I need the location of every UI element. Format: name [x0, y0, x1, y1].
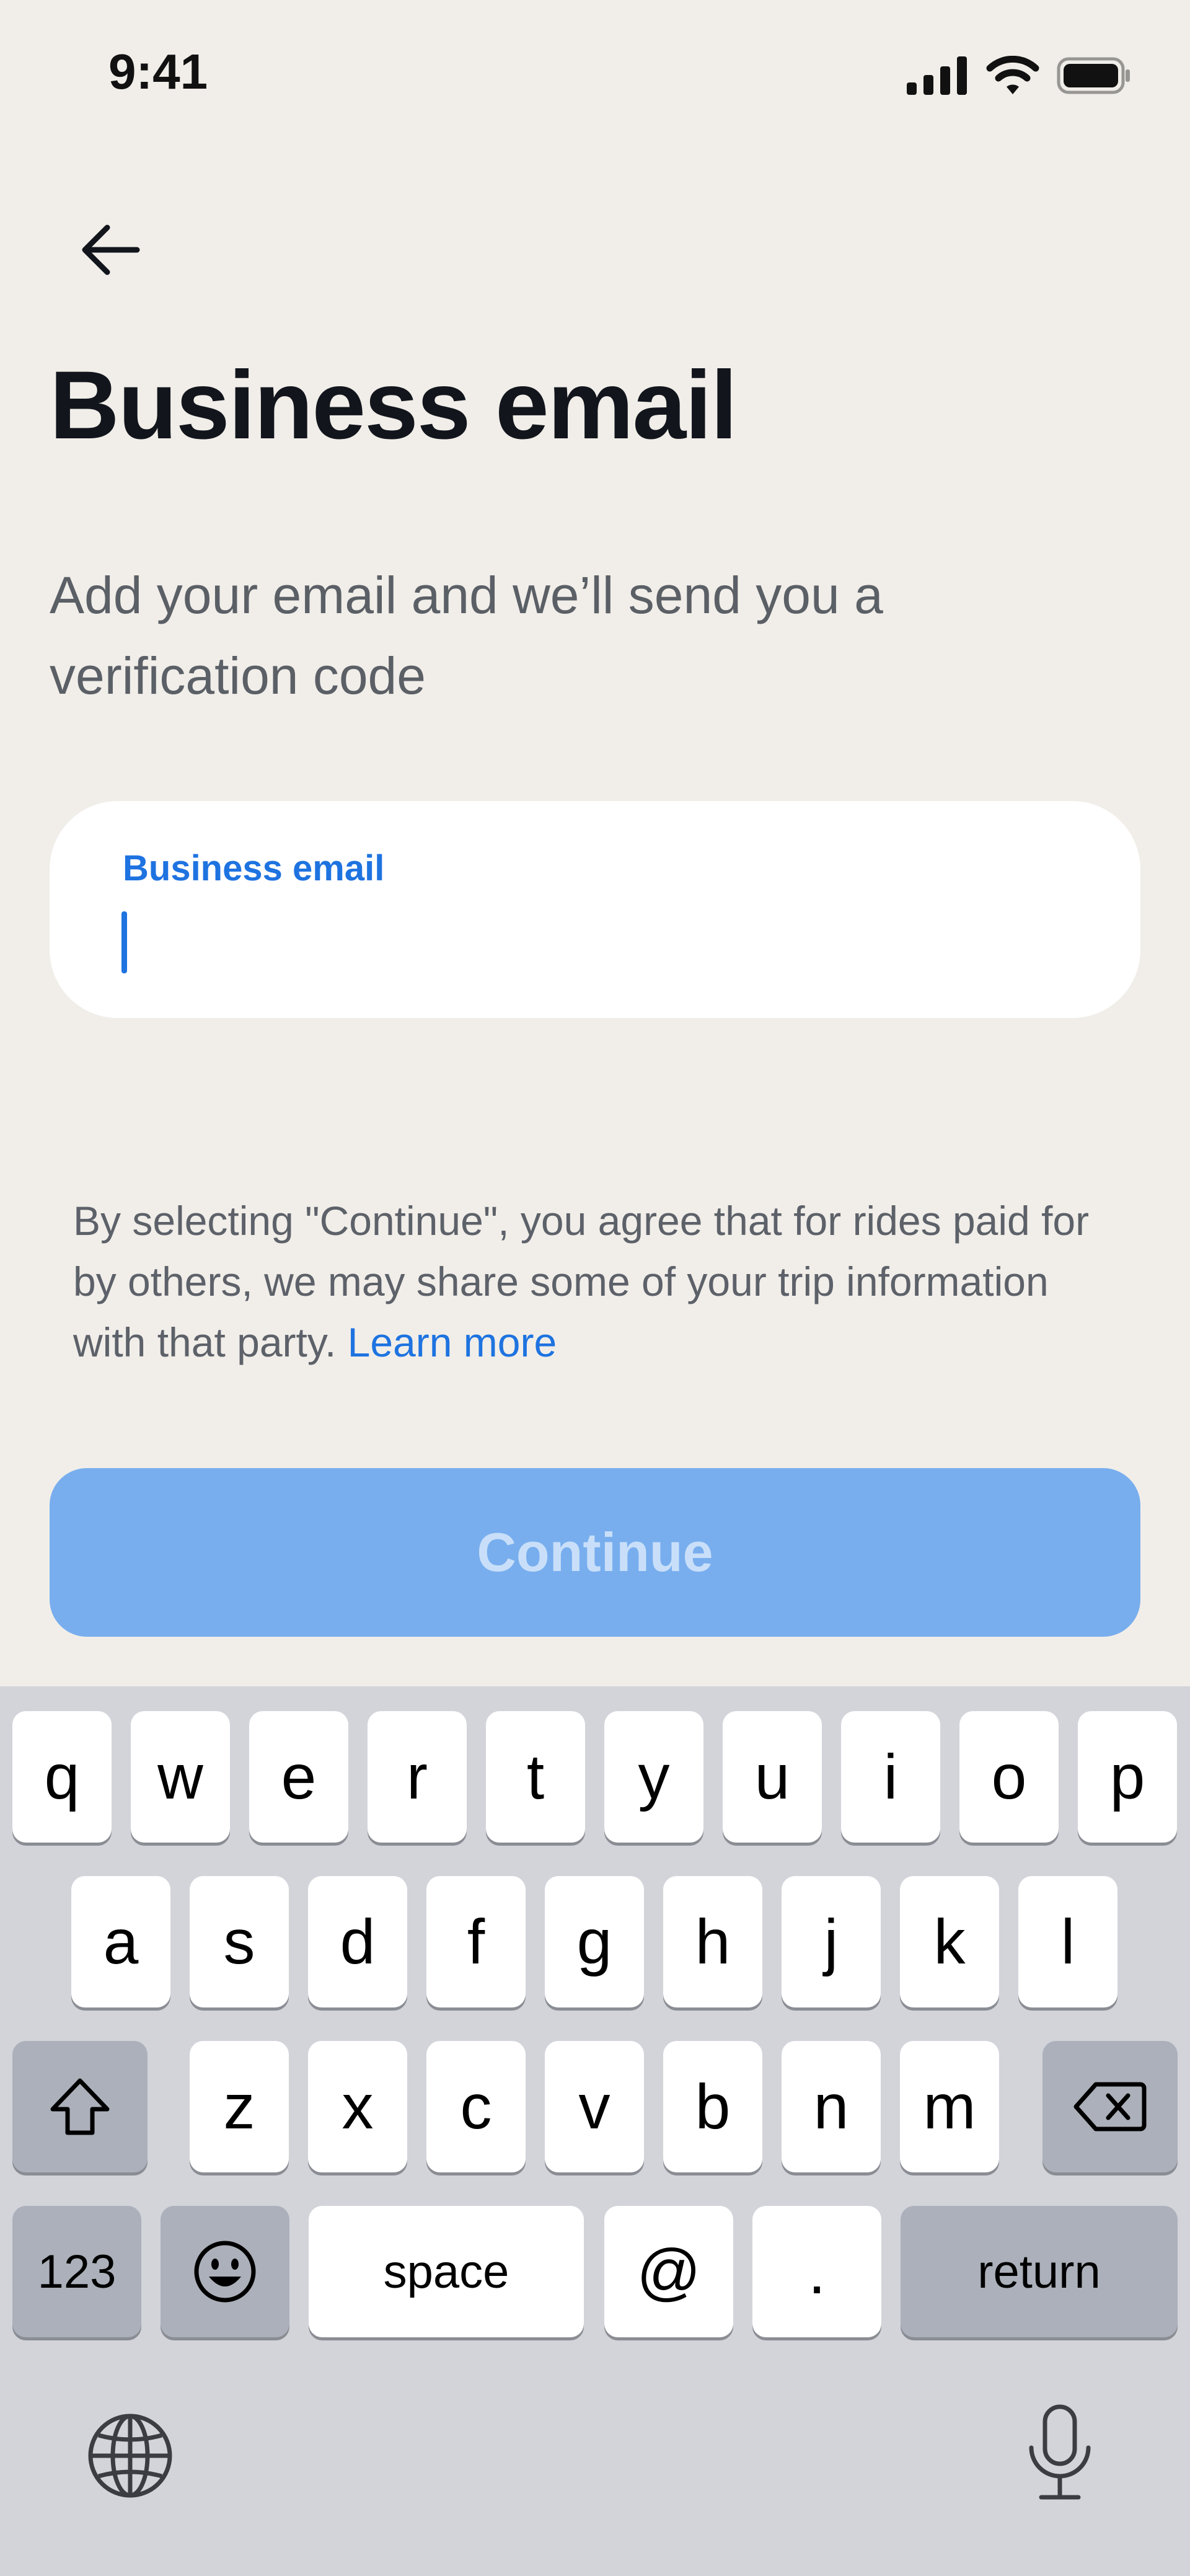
keyboard: q w e r t y u i o p a s d f g h j k l z …	[0, 1686, 1190, 2576]
dot-key[interactable]: .	[752, 2206, 881, 2337]
back-button[interactable]	[69, 210, 150, 290]
key-j[interactable]: j	[782, 1876, 881, 2007]
text-cursor	[121, 911, 127, 973]
key-k[interactable]: k	[900, 1876, 999, 2007]
globe-button[interactable]	[84, 2409, 177, 2502]
backspace-icon	[1073, 2082, 1147, 2131]
email-field-label: Business email	[123, 848, 385, 888]
key-z[interactable]: z	[190, 2041, 289, 2172]
page-title: Business email	[50, 352, 738, 459]
key-c[interactable]: c	[426, 2041, 526, 2172]
key-a[interactable]: a	[71, 1876, 170, 2007]
key-y[interactable]: y	[604, 1711, 703, 1843]
key-m[interactable]: m	[900, 2041, 999, 2172]
status-time: 9:41	[108, 44, 208, 99]
key-q[interactable]: q	[12, 1711, 112, 1843]
globe-icon	[88, 2414, 172, 2498]
page-subtitle: Add your email and we’ll send you a veri…	[50, 566, 883, 705]
key-h[interactable]: h	[663, 1876, 762, 2007]
key-v[interactable]: v	[545, 2041, 644, 2172]
return-key[interactable]: return	[901, 2206, 1178, 2337]
key-s[interactable]: s	[190, 1876, 289, 2007]
continue-button[interactable]: Continue	[50, 1468, 1140, 1637]
key-x[interactable]: x	[308, 2041, 407, 2172]
key-g[interactable]: g	[545, 1876, 644, 2007]
key-l[interactable]: l	[1018, 1876, 1117, 2007]
key-r[interactable]: r	[368, 1711, 467, 1843]
microphone-button[interactable]	[1016, 2403, 1103, 2502]
disclaimer-text: By selecting "Continue", you agree that …	[73, 1190, 1114, 1373]
key-n[interactable]: n	[782, 2041, 881, 2172]
battery-icon	[1057, 57, 1130, 94]
disclaimer-body: By selecting "Continue", you agree that …	[73, 1198, 1090, 1365]
key-d[interactable]: d	[308, 1876, 407, 2007]
at-key[interactable]: @	[604, 2206, 733, 2337]
key-i[interactable]: i	[841, 1711, 940, 1843]
business-email-input[interactable]	[120, 900, 1049, 975]
key-p[interactable]: p	[1078, 1711, 1177, 1843]
key-o[interactable]: o	[959, 1711, 1059, 1843]
microphone-icon	[1029, 2404, 1091, 2500]
key-b[interactable]: b	[663, 2041, 762, 2172]
numbers-key[interactable]: 123	[12, 2206, 141, 2337]
key-e[interactable]: e	[249, 1711, 348, 1843]
key-t[interactable]: t	[486, 1711, 585, 1843]
emoji-icon	[194, 2241, 256, 2303]
status-icons	[907, 56, 1131, 95]
backspace-key[interactable]	[1042, 2041, 1178, 2172]
emoji-key[interactable]	[161, 2206, 289, 2337]
email-field-card[interactable]: Business email	[50, 801, 1140, 1018]
shift-icon	[50, 2078, 110, 2135]
key-w[interactable]: w	[131, 1711, 230, 1843]
arrow-left-icon	[82, 224, 140, 275]
space-key[interactable]: space	[309, 2206, 584, 2337]
key-f[interactable]: f	[426, 1876, 526, 2007]
key-u[interactable]: u	[723, 1711, 822, 1843]
status-bar: 9:41	[0, 0, 1190, 143]
cellular-signal-icon	[907, 56, 967, 95]
learn-more-link[interactable]: Learn more	[348, 1319, 557, 1365]
wifi-icon	[986, 56, 1039, 94]
shift-key[interactable]	[12, 2041, 148, 2172]
